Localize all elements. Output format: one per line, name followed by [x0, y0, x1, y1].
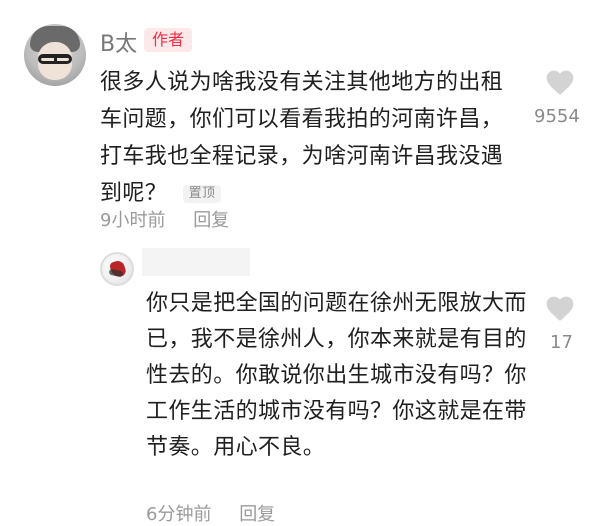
reply-meta: 6分钟前 回复	[146, 500, 275, 526]
author-avatar[interactable]	[24, 24, 86, 86]
reply-button[interactable]: 回复	[193, 210, 229, 231]
comment-body: 很多人说为啥我没有关注其他地方的出租车问题，你们可以看看我拍的河南许昌，打车我也…	[100, 70, 504, 206]
author-badge: 作者	[144, 28, 193, 52]
author-name[interactable]: B太	[100, 26, 137, 58]
reply-time: 6分钟前	[146, 504, 212, 525]
pinned-badge: 置顶	[182, 185, 222, 203]
comment-time: 9小时前	[100, 210, 166, 231]
reply-like-count: 17	[550, 332, 573, 353]
like-button[interactable]	[544, 68, 576, 96]
masked-username	[142, 248, 250, 276]
reply-text: 你只是把全国的问题在徐州无限放大而已，我不是徐州人，你本来就是有目的性去的。你敢…	[146, 291, 527, 460]
like-count: 9554	[534, 106, 580, 127]
comment-meta: 9小时前 回复	[100, 206, 229, 232]
reply-like-button[interactable]	[544, 294, 576, 322]
heart-icon	[546, 296, 574, 321]
heart-icon	[546, 70, 574, 95]
avatar-glasses	[38, 54, 72, 64]
comment-text: 很多人说为啥我没有关注其他地方的出租车问题，你们可以看看我拍的河南许昌，打车我也…	[100, 64, 510, 212]
reply-avatar[interactable]	[100, 252, 134, 286]
reply-reply-button[interactable]: 回复	[239, 504, 275, 525]
